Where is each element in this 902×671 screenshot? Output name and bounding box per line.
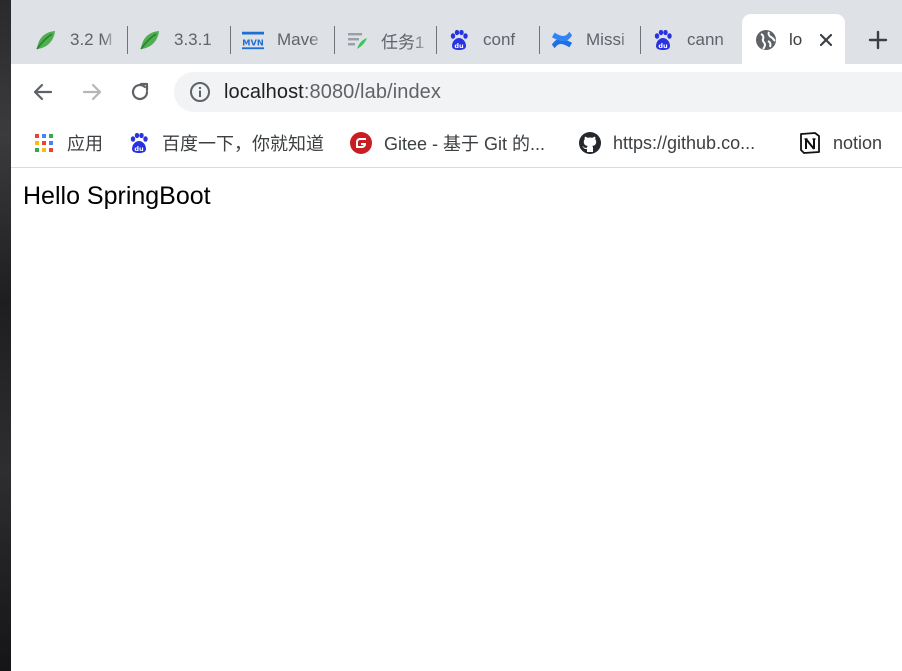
svg-text:MVN: MVN [242, 38, 264, 48]
tab-separator [539, 26, 540, 54]
tab-3-2[interactable]: 3.2 M [35, 24, 118, 56]
desktop-background-edge [0, 0, 11, 671]
bookmark-gitee[interactable]: Gitee - 基于 Git 的... [348, 128, 545, 158]
close-tab-icon[interactable] [815, 29, 837, 51]
bookmark-label: https://github.co... [613, 132, 756, 153]
bookmark-label: notion [833, 132, 883, 153]
tab-title: 任务1 [381, 32, 425, 52]
url-text[interactable]: localhost:8080/lab/index [224, 81, 441, 104]
tab-separator [230, 26, 231, 54]
notion-icon [797, 130, 823, 156]
svg-text:du: du [134, 145, 144, 153]
tab-title: 3.3.1 [174, 30, 212, 49]
arrow-left-icon [33, 83, 53, 101]
bookmark-github[interactable]: https://github.co... [577, 128, 755, 158]
tab-title: lo [789, 30, 803, 49]
tab-separator [640, 26, 641, 54]
svg-text:du: du [454, 42, 464, 50]
tab-separator [436, 26, 437, 54]
leaf-icon [35, 29, 57, 51]
url-host: localhost [224, 80, 304, 103]
info-icon[interactable] [188, 80, 212, 104]
bookmark-notion[interactable]: notion [797, 128, 882, 158]
tab-title: 3.2 M [70, 30, 113, 49]
tab-cann[interactable]: du cann [652, 24, 735, 56]
forward-button[interactable] [76, 76, 108, 108]
bookmark-label: 百度一下，你就知道 [162, 134, 324, 154]
tab-strip: 3.2 M 3.3.1 MVN Mave 任务1 du conf Missi d… [11, 0, 902, 66]
reload-icon [131, 82, 149, 101]
tab-localhost-active[interactable]: lo [742, 14, 845, 66]
github-icon [577, 130, 603, 156]
tab-maven[interactable]: MVN Mave [242, 24, 325, 56]
tab-separator [127, 26, 128, 54]
arrow-right-icon [82, 83, 102, 101]
baidu-icon: du [448, 29, 470, 51]
plus-icon [868, 30, 888, 50]
gitee-icon [348, 130, 374, 156]
address-bar[interactable]: localhost:8080/lab/index [174, 72, 902, 112]
bookmark-label: 应用 [67, 134, 103, 154]
tab-separator [334, 26, 335, 54]
page-body-text: Hello SpringBoot [23, 182, 211, 210]
apps-grid-icon [31, 130, 57, 156]
task-icon [346, 29, 368, 51]
back-button[interactable] [27, 76, 59, 108]
tab-task[interactable]: 任务1 [346, 24, 429, 56]
bookmark-apps[interactable]: 应用 [31, 128, 103, 158]
globe-icon [755, 29, 777, 51]
bookmark-baidu[interactable]: du 百度一下，你就知道 [126, 128, 324, 158]
url-path: :8080/lab/index [303, 80, 442, 103]
confluence-icon [551, 29, 573, 51]
reload-button[interactable] [124, 76, 156, 108]
bookmark-label: Gitee - 基于 Git 的... [384, 134, 546, 154]
baidu-icon: du [652, 29, 674, 51]
tab-3-3-1[interactable]: 3.3.1 [139, 24, 222, 56]
tab-title: cann [687, 30, 724, 49]
baidu-icon: du [126, 130, 152, 156]
tab-missi[interactable]: Missi [551, 24, 634, 56]
svg-text:du: du [658, 42, 668, 50]
maven-icon: MVN [242, 29, 264, 51]
bookmarks-bar: 应用 du 百度一下，你就知道 Gitee - 基于 Git 的... http… [11, 120, 902, 168]
tab-title: Mave [277, 30, 319, 49]
tab-title: Missi [586, 30, 625, 49]
tab-conf[interactable]: du conf [448, 24, 531, 56]
browser-toolbar: localhost:8080/lab/index [11, 64, 902, 120]
new-tab-button[interactable] [864, 26, 892, 54]
tab-title: conf [483, 30, 516, 49]
page-content: Hello SpringBoot [11, 168, 902, 671]
leaf-icon [139, 29, 161, 51]
browser-window: 3.2 M 3.3.1 MVN Mave 任务1 du conf Missi d… [11, 0, 902, 671]
